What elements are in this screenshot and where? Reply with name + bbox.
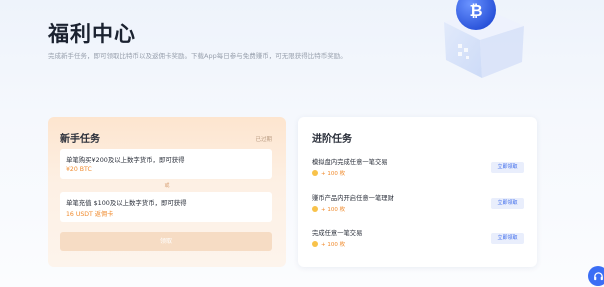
task-description: 单笔购买¥200及以上数字货币，即可获得 bbox=[66, 156, 185, 164]
or-separator: 或 bbox=[164, 183, 170, 189]
bitcoin-cube-illustration: ₿ bbox=[444, 0, 524, 78]
task-reward-amount: + 100 枚 bbox=[321, 171, 346, 177]
advanced-tasks-title: 进阶任务 bbox=[312, 134, 352, 145]
task-reward-amount: + 100 枚 bbox=[321, 207, 346, 213]
task-reward-amount: + 100 枚 bbox=[321, 242, 346, 248]
task-label: 模拟盘内完成任意一笔交易 bbox=[312, 159, 388, 166]
headset-icon bbox=[593, 271, 603, 280]
task-reward: + 100 枚 bbox=[312, 205, 345, 213]
task-reward: + 100 枚 bbox=[312, 169, 345, 177]
beginner-tasks-title: 新手任务 bbox=[60, 134, 100, 145]
beginner-status-label: 已过期 bbox=[255, 137, 272, 143]
task-reward: 16 USDT 返佣卡 bbox=[66, 211, 114, 218]
coin-icon bbox=[312, 170, 318, 176]
claim-task-button[interactable]: 立即领取 bbox=[491, 233, 524, 244]
claim-task-button[interactable]: 立即领取 bbox=[491, 162, 524, 173]
task-reward: + 100 枚 bbox=[312, 240, 345, 248]
coin-icon bbox=[312, 241, 318, 247]
customer-support-button[interactable] bbox=[588, 266, 604, 286]
page-description: 完成新手任务，即可领取比特币以及返佣卡奖励。下载App每日参与免费赚币，可无限获… bbox=[48, 52, 347, 60]
advanced-task-row: 赚币产品内开启任意一笔理财 + 100 枚 立即领取 bbox=[312, 193, 524, 217]
beginner-task-purchase: 单笔购买¥200及以上数字货币，即可获得 ¥20 BTC bbox=[60, 149, 272, 179]
task-reward: ¥20 BTC bbox=[66, 166, 92, 173]
claim-task-button[interactable]: 立即领取 bbox=[491, 198, 524, 209]
task-description: 单笔充值 $100及以上数字货币，即可获得 bbox=[66, 199, 187, 207]
task-label: 赚币产品内开启任意一笔理财 bbox=[312, 195, 394, 202]
advanced-task-row: 模拟盘内完成任意一笔交易 + 100 枚 立即领取 bbox=[312, 157, 524, 181]
beginner-task-deposit: 单笔充值 $100及以上数字货币，即可获得 16 USDT 返佣卡 bbox=[60, 192, 272, 222]
svg-text:₿: ₿ bbox=[469, 1, 482, 20]
advanced-task-row: 完成任意一笔交易 + 100 枚 立即领取 bbox=[312, 228, 524, 252]
advanced-tasks-card: 进阶任务 模拟盘内完成任意一笔交易 + 100 枚 立即领取 赚币产品内开启任意… bbox=[298, 117, 537, 267]
task-label: 完成任意一笔交易 bbox=[312, 230, 363, 237]
claim-reward-button[interactable]: 领取 bbox=[60, 232, 272, 251]
beginner-tasks-card: 新手任务 已过期 单笔购买¥200及以上数字货币，即可获得 ¥20 BTC 或 … bbox=[48, 117, 286, 267]
coin-icon bbox=[312, 206, 318, 212]
page-title: 福利中心 bbox=[48, 22, 136, 46]
